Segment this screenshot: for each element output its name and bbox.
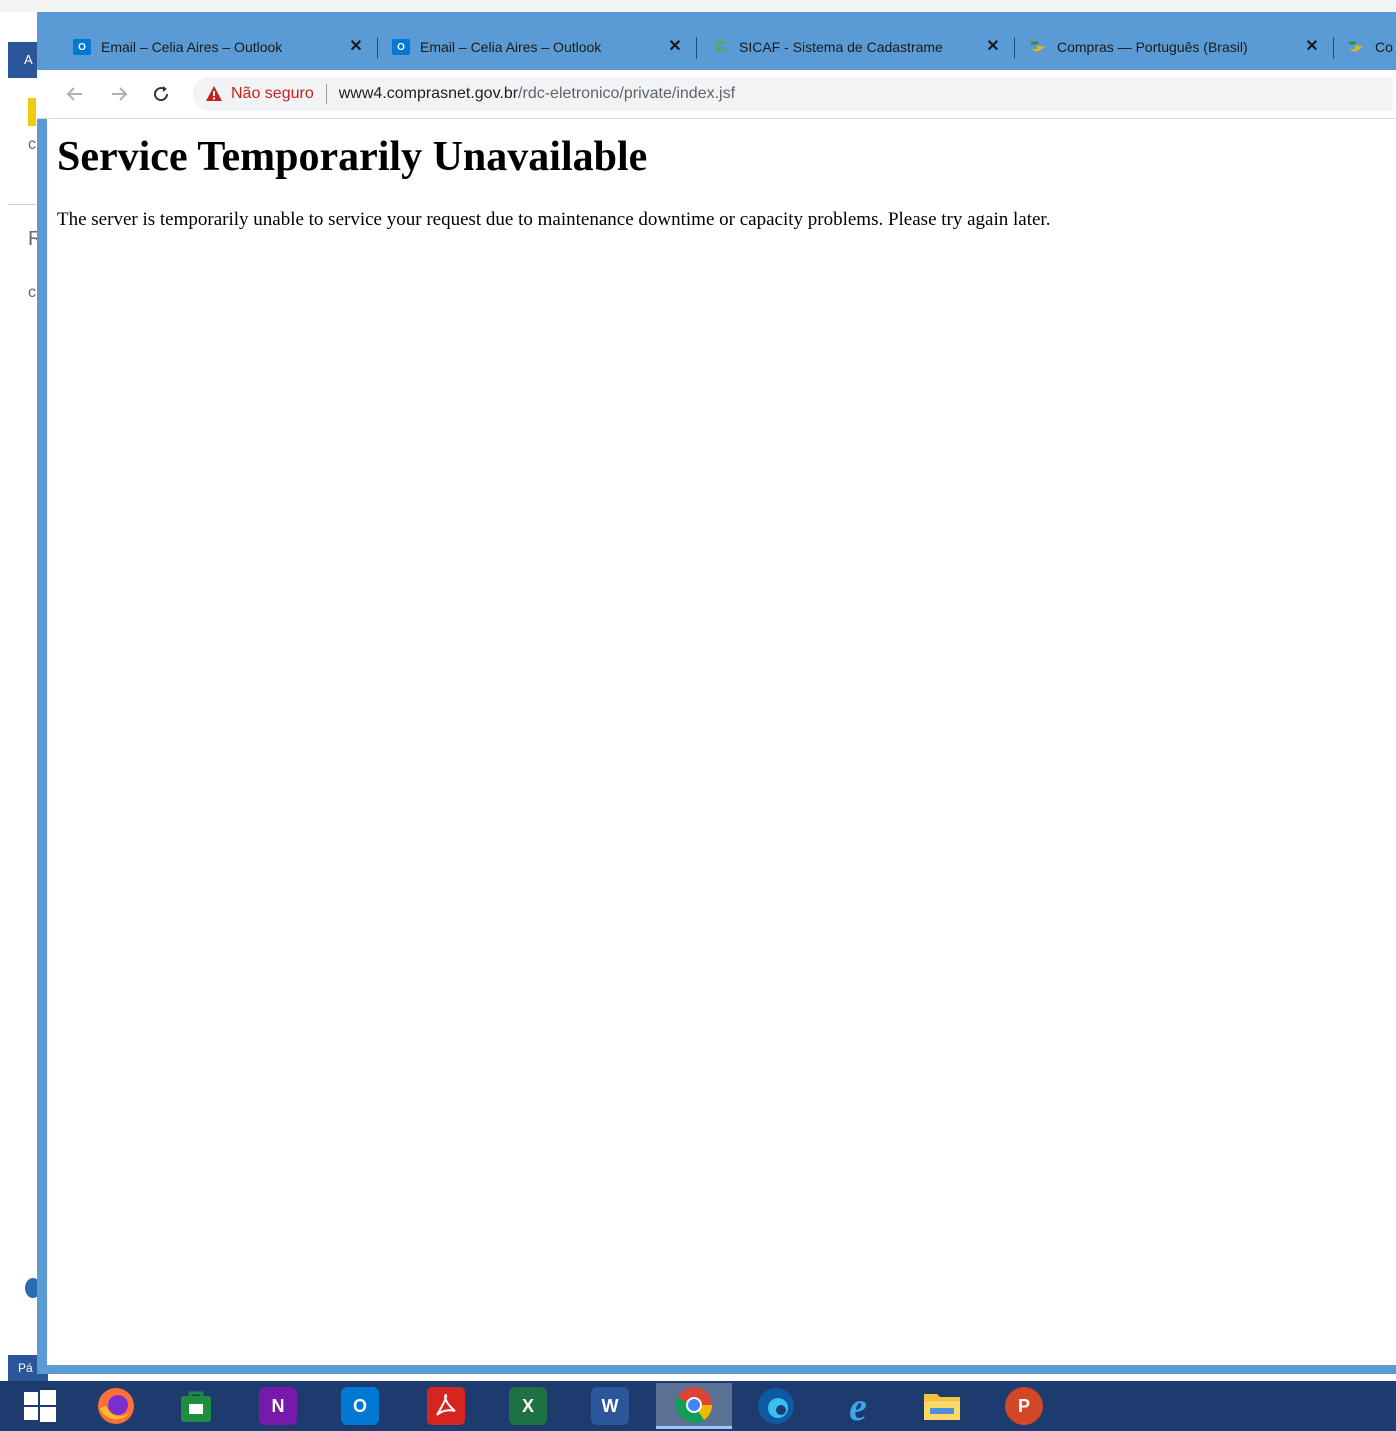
tab-outlook-email[interactable]: O Email – Celia Aires – Outlook [392, 32, 627, 62]
compras-icon [1347, 39, 1365, 55]
taskbar: N O X W e P [0, 1381, 1396, 1431]
background-window-divider [8, 204, 38, 205]
url-path: /rdc-eletronico/private/index.jsf [518, 85, 736, 102]
tab-strip: O Email – Celia Aires – Outlook ✕ O Emai… [37, 12, 1396, 70]
tab-sicaf[interactable]: SICAF - Sistema de Cadastrame [711, 32, 969, 62]
background-window-glyph: c [28, 284, 36, 301]
tab-separator [1014, 37, 1015, 59]
outlook-icon: O [341, 1387, 379, 1425]
tab-separator [696, 37, 697, 59]
taskbar-excel[interactable]: X [490, 1383, 566, 1429]
word-icon: W [591, 1387, 629, 1425]
reload-button[interactable] [147, 80, 175, 108]
background-window-tab[interactable]: A [8, 42, 38, 78]
url-host: www4.comprasnet.gov.br [338, 85, 519, 102]
chrome-icon [675, 1386, 712, 1423]
warning-icon [206, 86, 222, 101]
page-title: Service Temporarily Unavailable [57, 134, 648, 180]
tab-close-icon[interactable]: ✕ [348, 34, 364, 60]
outlook-icon: O [73, 39, 91, 55]
tab-title: Co [1375, 39, 1393, 55]
arrow-left-icon [66, 87, 82, 101]
arrow-right-icon [112, 87, 128, 101]
store-icon [181, 1391, 211, 1422]
ie-icon: e [849, 1383, 867, 1429]
browser-window: O Email – Celia Aires – Outlook ✕ O Emai… [37, 12, 1396, 1374]
tab-close-icon[interactable]: ✕ [1304, 34, 1320, 60]
forward-button[interactable] [105, 80, 133, 108]
page-content: Service Temporarily Unavailable The serv… [47, 119, 1396, 1365]
taskbar-word[interactable]: W [572, 1383, 648, 1429]
tab-close-icon[interactable]: ✕ [667, 34, 683, 60]
taskbar-store[interactable] [158, 1383, 234, 1429]
tab-close-icon[interactable]: ✕ [985, 34, 1001, 60]
edge-icon [758, 1388, 794, 1424]
taskbar-acrobat[interactable] [408, 1383, 484, 1429]
onenote-icon: N [259, 1387, 297, 1425]
taskbar-firefox[interactable] [78, 1383, 154, 1429]
folder-icon [924, 1394, 960, 1420]
taskbar-edge[interactable] [738, 1383, 814, 1429]
browser-toolbar: Não seguro www4.comprasnet.gov.br /rdc-e… [37, 70, 1396, 119]
back-button[interactable] [61, 80, 89, 108]
taskbar-powerpoint[interactable]: P [986, 1383, 1062, 1429]
windows-logo-icon [24, 1390, 56, 1422]
excel-icon: X [509, 1387, 547, 1425]
reload-icon [154, 86, 169, 102]
tab-title: Email – Celia Aires – Outlook [101, 39, 283, 55]
acrobat-icon [427, 1387, 465, 1425]
tab-separator [1333, 37, 1334, 59]
compras-icon [1029, 39, 1047, 55]
security-status-label[interactable]: Não seguro [231, 85, 314, 103]
background-window-highlight [28, 98, 36, 126]
tab-outlook-email[interactable]: O Email – Celia Aires – Outlook [73, 32, 308, 62]
tab-separator [377, 37, 378, 59]
powerpoint-icon: P [1005, 1387, 1043, 1425]
taskbar-file-explorer[interactable] [904, 1383, 980, 1429]
taskbar-onenote[interactable]: N [240, 1383, 316, 1429]
outlook-icon: O [392, 39, 410, 55]
address-bar[interactable]: Não seguro www4.comprasnet.gov.br /rdc-e… [193, 77, 1393, 111]
taskbar-outlook[interactable]: O [322, 1383, 398, 1429]
sicaf-icon [711, 39, 729, 55]
tab-title: Email – Celia Aires – Outlook [420, 39, 602, 55]
firefox-icon [98, 1388, 134, 1424]
tab-title: Compras — Português (Brasil) [1057, 39, 1248, 55]
taskbar-chrome[interactable] [656, 1383, 732, 1429]
address-bar-separator [325, 84, 327, 104]
taskbar-internet-explorer[interactable]: e [820, 1383, 896, 1429]
error-message: The server is temporarily unable to serv… [57, 209, 1051, 230]
background-window-glyph: c [28, 136, 36, 153]
background-window-titlebar [0, 0, 1396, 12]
tab-title: SICAF - Sistema de Cadastrame [739, 39, 943, 55]
tab-compras-partial[interactable]: Co [1347, 32, 1396, 62]
tab-compras[interactable]: Compras — Português (Brasil) [1029, 32, 1274, 62]
start-button[interactable] [2, 1383, 78, 1429]
